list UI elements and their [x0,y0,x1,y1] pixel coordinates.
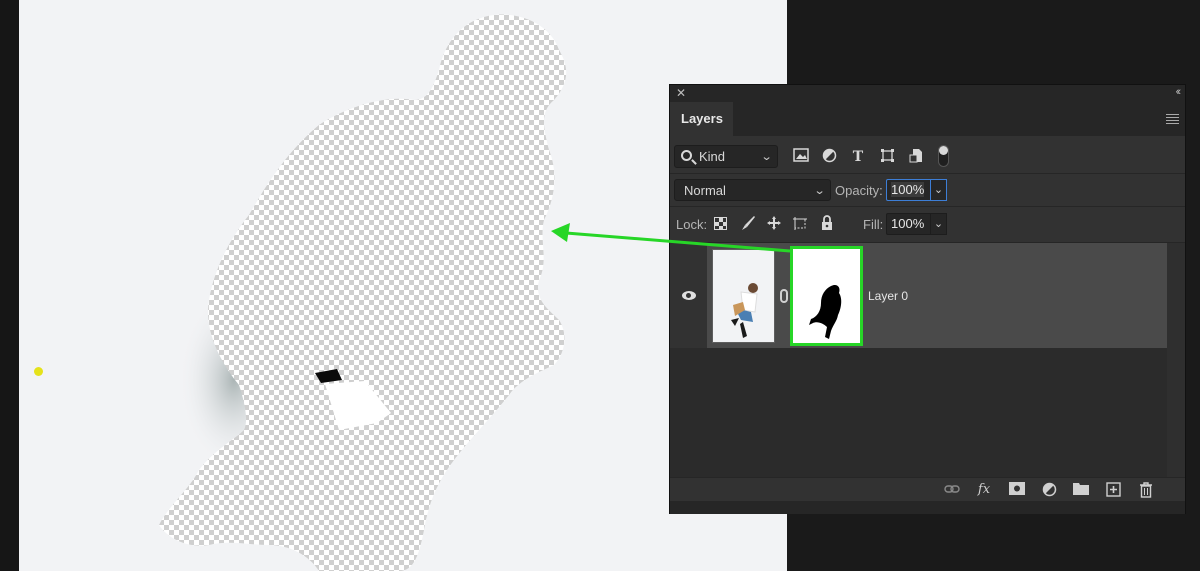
layer-row[interactable]: Layer 0 [707,243,1167,348]
layer-thumbnail[interactable] [712,249,775,343]
panel-menu-icon[interactable] [1166,114,1179,124]
blend-mode-select[interactable]: Normal ⌄ [674,179,831,201]
add-mask-icon[interactable] [1009,482,1025,498]
mask-link-icon[interactable] [780,289,788,303]
lock-transparent-pixels-icon[interactable] [714,217,727,230]
adjustment-filter-icon[interactable] [820,148,838,166]
new-group-icon[interactable] [1073,482,1089,498]
eye-icon[interactable] [682,291,696,300]
lock-artboard-icon[interactable] [791,215,808,232]
photoshop-workspace: ✕ ‹‹ Layers Kind ⌄ T Normal ⌄ Opacity: 1… [0,0,1200,571]
opacity-label: Opacity: [835,183,883,198]
panel-tab-bar: Layers [670,102,1185,136]
mask-silhouette [809,284,842,339]
filter-kind-label: Kind [699,149,726,164]
fill-dropdown-button[interactable]: ⌄ [930,213,947,235]
layer-mask-thumbnail[interactable] [790,246,863,346]
person-photo-thumbnail [731,283,758,338]
search-icon [681,150,692,161]
anchor-point[interactable] [34,367,43,376]
smart-object-filter-icon[interactable] [907,148,925,166]
blend-mode-value: Normal [684,183,726,198]
filter-toggle-switch[interactable] [938,145,949,167]
workspace-background-left [0,0,19,571]
chevron-down-icon: ⌄ [760,151,773,163]
close-icon[interactable]: ✕ [676,86,686,100]
shape-filter-icon[interactable] [878,148,896,166]
fill-label: Fill: [863,217,884,232]
link-layers-icon[interactable] [944,482,960,498]
lock-row: Lock: Fill: 100% ⌄ [670,207,1185,243]
layers-panel: ✕ ‹‹ Layers Kind ⌄ T Normal ⌄ Opacity: 1… [669,84,1186,514]
lock-image-pixels-icon[interactable] [739,215,756,232]
filter-kind-select[interactable]: Kind ⌄ [674,145,778,168]
lock-position-icon[interactable] [765,215,782,232]
layer-name[interactable]: Layer 0 [868,289,908,303]
blend-row: Normal ⌄ Opacity: 100% ⌄ [670,174,1185,207]
chevron-down-icon: ⌄ [813,185,826,197]
collapse-panel-icon[interactable]: ‹‹ [1176,86,1182,98]
panel-title-bar[interactable]: ✕ ‹‹ [670,85,1185,102]
tab-layers[interactable]: Layers [670,102,733,136]
panel-bottom-toolbar: fx [670,477,1185,501]
transparent-cutout [159,14,567,571]
layers-list: Layer 0 [670,243,1185,477]
panel-resize-bar[interactable] [670,501,1185,514]
delete-layer-icon[interactable] [1138,482,1154,498]
lock-label: Lock: [676,217,708,232]
visibility-column [670,243,707,348]
layer-style-icon[interactable]: fx [976,482,992,498]
adjustment-layer-icon[interactable] [1041,482,1057,498]
type-filter-icon[interactable]: T [849,148,867,166]
lock-all-icon[interactable] [818,215,835,232]
fill-value: 100% [891,216,925,231]
opacity-dropdown-button[interactable]: ⌄ [930,179,947,201]
new-layer-icon[interactable] [1105,482,1121,498]
fill-input[interactable]: 100% [886,213,931,235]
image-filter-icon[interactable] [792,148,810,166]
filter-row: Kind ⌄ T [670,136,1185,174]
opacity-input[interactable]: 100% [886,179,931,201]
opacity-value: 100% [891,182,925,197]
layers-scrollbar[interactable] [1167,243,1185,477]
